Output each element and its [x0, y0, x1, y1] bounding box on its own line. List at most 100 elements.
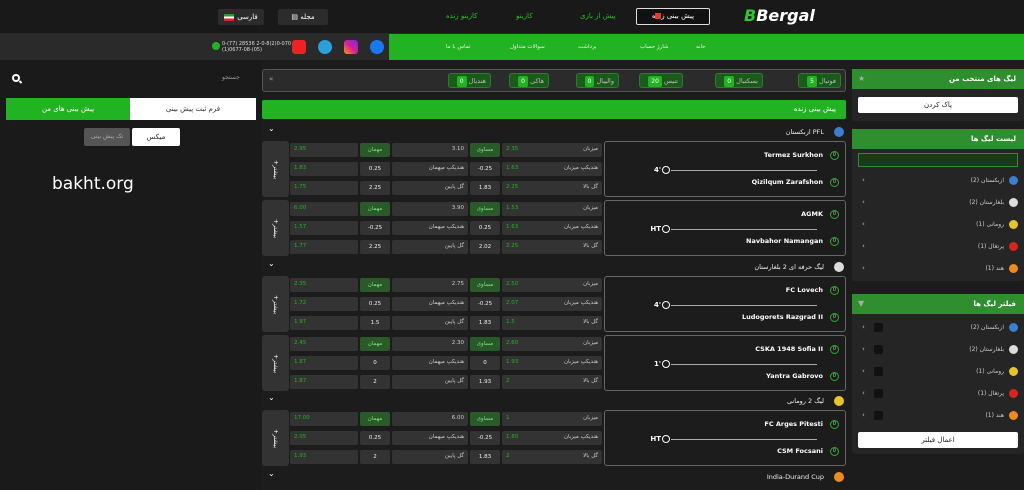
league-list-item[interactable]: ‹ هند (1) — [852, 261, 1024, 277]
odd-cell[interactable]: 1.97 — [290, 316, 358, 330]
nav-casino[interactable]: کازینو — [516, 12, 533, 20]
match-info[interactable]: FC Lovech 0 4' Ludogorets Razgrad II 0 — [604, 276, 846, 332]
odd-cell[interactable]: 3.10 — [392, 143, 468, 157]
odd-cell[interactable]: هندیکپ میزبان 1.93 — [502, 356, 602, 370]
tab-football[interactable]: 5 فوتبال — [798, 73, 841, 88]
odd-cell[interactable]: 2.05 — [290, 431, 358, 445]
mix-button[interactable]: میکس — [132, 128, 180, 146]
odd-value[interactable]: مهمان — [360, 278, 390, 292]
odd-cell[interactable]: 17.00 — [290, 412, 358, 426]
tab-bet-form[interactable]: فرم ثبت پیش بینی — [130, 98, 256, 120]
subnav-faq[interactable]: سوالات متداول — [510, 44, 545, 50]
tab-basketball[interactable]: 0 بسکتبال — [715, 73, 763, 88]
odd-cell[interactable]: میزبان 2.50 — [502, 278, 602, 292]
chevron-down-icon[interactable]: ⌄ — [268, 259, 275, 268]
telegram-icon[interactable] — [318, 40, 332, 54]
checkbox[interactable] — [874, 345, 883, 354]
league-header[interactable]: ⌄ India-Durand Cup — [262, 469, 846, 484]
odd-cell[interactable]: گل بالا 2.25 — [502, 181, 602, 195]
odd-value[interactable]: 2.02 — [470, 240, 500, 254]
scroll-left-icon[interactable]: « — [269, 75, 273, 83]
match-info[interactable]: CSKA 1948 Sofia II 0 1' Yantra Gabrovo 0 — [604, 335, 846, 391]
odd-value[interactable]: مساوی — [470, 412, 500, 426]
tab-tennis[interactable]: 20 تنیس — [639, 73, 683, 88]
odd-value[interactable]: مهمان — [360, 337, 390, 351]
odd-cell[interactable]: 6.00 — [290, 202, 358, 216]
odd-cell[interactable]: گل پایین — [392, 181, 468, 195]
odd-cell[interactable]: گل پایین — [392, 316, 468, 330]
youtube-icon[interactable] — [292, 40, 306, 54]
odd-value[interactable]: 0 — [470, 356, 500, 370]
odd-value[interactable]: 1.83 — [470, 450, 500, 464]
odd-value[interactable]: 0.25 — [360, 431, 390, 445]
more-odds-button[interactable]: +بیشتر — [262, 410, 289, 466]
odd-value[interactable]: مهمان — [360, 202, 390, 216]
odd-cell[interactable]: 1.93 — [290, 450, 358, 464]
magazine-button[interactable]: ▤ مجله — [278, 9, 328, 25]
odd-cell[interactable]: 2.95 — [290, 143, 358, 157]
odd-value[interactable]: 0.25 — [360, 162, 390, 176]
league-list-item[interactable]: ‹ رومانی (1) — [852, 217, 1024, 233]
odd-cell[interactable]: گل بالا 2 — [502, 450, 602, 464]
chevron-down-icon[interactable]: ⌄ — [268, 124, 275, 133]
odd-cell[interactable]: هندیکپ میهمان — [392, 356, 468, 370]
odd-cell[interactable]: گل بالا 1.5 — [502, 316, 602, 330]
odd-value[interactable]: -0.25 — [470, 297, 500, 311]
odd-cell[interactable]: میزبان 2.60 — [502, 337, 602, 351]
nav-live-betting[interactable]: پیش بینی زنده — [636, 8, 710, 25]
odd-value[interactable]: 2.25 — [360, 181, 390, 195]
facebook-icon[interactable] — [370, 40, 384, 54]
odd-cell[interactable]: 1.87 — [290, 356, 358, 370]
odd-cell[interactable]: هندیکپ میزبان 1.63 — [502, 162, 602, 176]
chevron-down-icon[interactable]: ⌄ — [268, 469, 275, 478]
odd-cell[interactable]: هندیکپ میزبان 1.63 — [502, 221, 602, 235]
odd-cell[interactable]: 3.90 — [392, 202, 468, 216]
odd-value[interactable]: مساوی — [470, 202, 500, 216]
odd-value[interactable]: 1.83 — [470, 181, 500, 195]
odd-value[interactable]: 2 — [360, 375, 390, 389]
tab-my-bets[interactable]: پیش بینی های من — [6, 98, 130, 120]
odd-cell[interactable]: 1.83 — [290, 162, 358, 176]
odd-cell[interactable]: هندیکپ میزبان 2.07 — [502, 297, 602, 311]
league-filter-item[interactable]: ‹ هند (1) — [852, 408, 1024, 424]
odd-cell[interactable]: میزبان 1 — [502, 412, 602, 426]
odd-cell[interactable]: هندیکپ میهمان — [392, 221, 468, 235]
odd-value[interactable]: 2 — [360, 450, 390, 464]
odd-cell[interactable]: گل پایین — [392, 375, 468, 389]
league-list-item[interactable]: ‹ بلغارستان (2) — [852, 195, 1024, 211]
odd-cell[interactable]: 1.72 — [290, 297, 358, 311]
odd-value[interactable]: -0.25 — [360, 221, 390, 235]
more-odds-button[interactable]: +بیشتر — [262, 141, 289, 197]
odd-cell[interactable]: گل پایین — [392, 450, 468, 464]
odd-cell[interactable]: میزبان 1.53 — [502, 202, 602, 216]
odd-cell[interactable]: هندیکپ میهمان — [392, 297, 468, 311]
league-list-item[interactable]: ‹ پرتغال (1) — [852, 239, 1024, 255]
match-info[interactable]: FC Arges Pitesti 0 HT CSM Focsani 0 — [604, 410, 846, 466]
more-odds-button[interactable]: +بیشتر — [262, 200, 289, 256]
league-search-input[interactable] — [858, 153, 1018, 167]
odd-cell[interactable]: 2.45 — [290, 337, 358, 351]
odd-value[interactable]: 0 — [360, 356, 390, 370]
chevron-down-icon[interactable]: ⌄ — [268, 393, 275, 402]
tab-handball[interactable]: 0 هندبال — [447, 73, 491, 88]
site-logo[interactable]: BBergal — [744, 6, 815, 25]
subnav-withdraw[interactable]: برداشت — [578, 44, 597, 50]
apply-filter-button[interactable]: اعمال فیلتر — [858, 432, 1018, 448]
nav-live-casino[interactable]: کازینو زنده — [446, 12, 477, 20]
odd-cell[interactable]: 1.75 — [290, 181, 358, 195]
league-list-item[interactable]: ‹ ازبکستان (2) — [852, 173, 1024, 189]
odd-cell[interactable]: هندیکپ میهمان — [392, 162, 468, 176]
language-selector[interactable]: فارسی — [218, 9, 264, 25]
odd-value[interactable]: 1.5 — [360, 316, 390, 330]
odd-cell[interactable]: 2.75 — [392, 278, 468, 292]
odd-cell[interactable]: میزبان 2.35 — [502, 143, 602, 157]
odd-value[interactable]: 0.25 — [470, 221, 500, 235]
subnav-contact[interactable]: تماس با ما — [446, 44, 470, 50]
clear-button[interactable]: پاک کردن — [858, 97, 1018, 113]
checkbox[interactable] — [874, 323, 883, 332]
odd-cell[interactable]: 6.00 — [392, 412, 468, 426]
odd-cell[interactable]: هندیکپ میزبان 1.80 — [502, 431, 602, 445]
single-button[interactable]: تک پیش بینی — [84, 128, 130, 146]
odd-cell[interactable]: گل بالا 2.25 — [502, 240, 602, 254]
tab-hockey[interactable]: 0 هاکی — [509, 73, 549, 88]
